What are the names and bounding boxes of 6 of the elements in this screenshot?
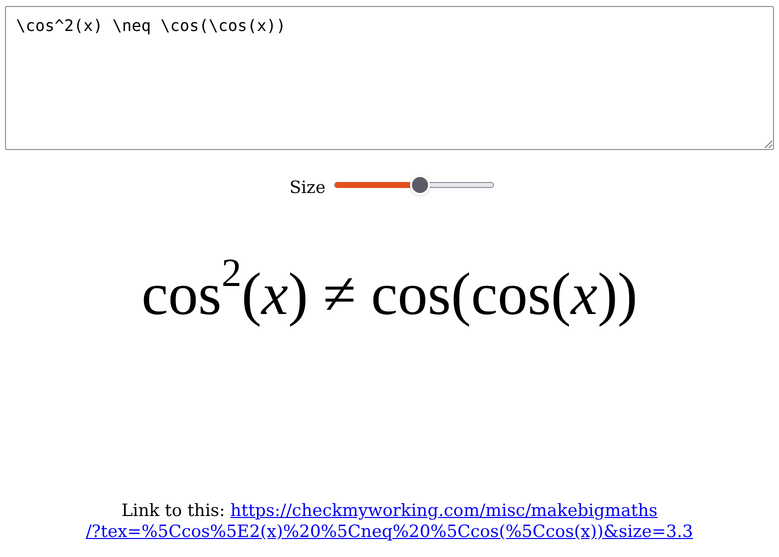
latex-input-field[interactable]: \cos^2(x) \neq \cos(\cos(x)): [5, 6, 774, 150]
share-link[interactable]: https://checkmyworking.com/misc/makebigmaths: [230, 501, 658, 521]
link-label: Link to this:: [121, 501, 226, 521]
size-label: Size: [289, 177, 326, 200]
math-formula: cos$^{2}$(x) ≠ cos(cos(x)): [141, 254, 638, 329]
share-link[interactable]: /?tex=%5Ccos%5E2(x)%20%5Cneq%20%5Ccos(%5Ccos(x))&size=3.3: [86, 522, 694, 542]
